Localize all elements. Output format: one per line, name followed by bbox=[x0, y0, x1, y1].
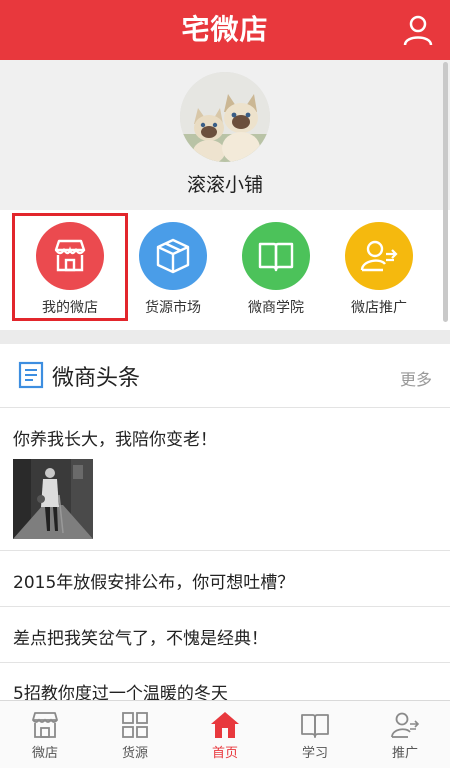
entry-icon-circle bbox=[242, 222, 310, 290]
tab-learn[interactable]: 学习 bbox=[270, 701, 360, 768]
entry-shop-promotion[interactable]: 微店推广 bbox=[329, 222, 429, 322]
bottom-tab-bar: 微店 货源 首页 学习 推广 bbox=[0, 700, 450, 768]
tab-home[interactable]: 首页 bbox=[180, 701, 270, 768]
tab-shop[interactable]: 微店 bbox=[0, 701, 90, 768]
news-item-title: 差点把我笑岔气了，不愧是经典！ bbox=[13, 629, 268, 649]
grid-icon bbox=[122, 712, 148, 738]
entry-label: 微商学院 bbox=[248, 300, 304, 316]
app-title: 宅微店 bbox=[181, 13, 269, 46]
tab-label: 微店 bbox=[31, 746, 58, 761]
entry-supply-market[interactable]: 货源市场 bbox=[123, 222, 223, 322]
news-thumbnail[interactable] bbox=[13, 459, 93, 539]
home-icon bbox=[211, 712, 239, 738]
news-item-title: 2015年放假安排公布，你可想吐槽？ bbox=[13, 573, 295, 593]
user-icon bbox=[403, 15, 433, 46]
document-icon bbox=[18, 361, 44, 389]
user-profile-button[interactable] bbox=[400, 12, 436, 48]
news-header: 微商头条 更多 bbox=[0, 344, 450, 408]
promote-icon bbox=[360, 240, 398, 272]
scrollbar[interactable] bbox=[443, 62, 448, 322]
news-item[interactable]: 2015年放假安排公布，你可想吐槽？ bbox=[0, 551, 450, 607]
tab-label: 货源 bbox=[121, 746, 148, 761]
store-icon bbox=[32, 712, 58, 738]
shop-avatar[interactable] bbox=[180, 72, 270, 162]
entry-label: 货源市场 bbox=[145, 300, 201, 316]
news-title: 微商头条 bbox=[52, 366, 141, 391]
entry-icon-circle bbox=[139, 222, 207, 290]
entry-icon-circle bbox=[345, 222, 413, 290]
more-link[interactable]: 更多 bbox=[400, 366, 432, 390]
tab-promote[interactable]: 推广 bbox=[360, 701, 450, 768]
entry-business-school[interactable]: 微商学院 bbox=[226, 222, 326, 322]
app-header: 宅微店 bbox=[0, 0, 450, 60]
tab-label: 首页 bbox=[211, 746, 238, 761]
tab-supply[interactable]: 货源 bbox=[90, 701, 180, 768]
promote-icon bbox=[391, 712, 420, 738]
box-icon bbox=[156, 238, 190, 274]
news-item-title: 你养我长大，我陪你变老！ bbox=[13, 430, 217, 450]
tab-label: 推广 bbox=[391, 746, 418, 761]
elderly-man-photo bbox=[13, 459, 93, 539]
highlight-box bbox=[12, 213, 128, 321]
entry-label: 微店推广 bbox=[351, 300, 407, 316]
news-item[interactable]: 差点把我笑岔气了，不愧是经典！ bbox=[0, 607, 450, 663]
section-divider bbox=[0, 330, 450, 344]
shop-name: 滚滚小铺 bbox=[186, 174, 263, 196]
shop-profile: 滚滚小铺 bbox=[0, 60, 450, 210]
news-section: 微商头条 更多 你养我长大，我陪你变老！ 2015年放假安排公布，你可想吐槽？ … bbox=[0, 344, 450, 704]
book-icon bbox=[258, 242, 294, 272]
book-icon bbox=[301, 714, 329, 738]
tab-label: 学习 bbox=[301, 746, 328, 761]
news-item[interactable]: 5招教你度过一个温暖的冬天 bbox=[0, 663, 450, 704]
cats-photo bbox=[180, 72, 270, 162]
